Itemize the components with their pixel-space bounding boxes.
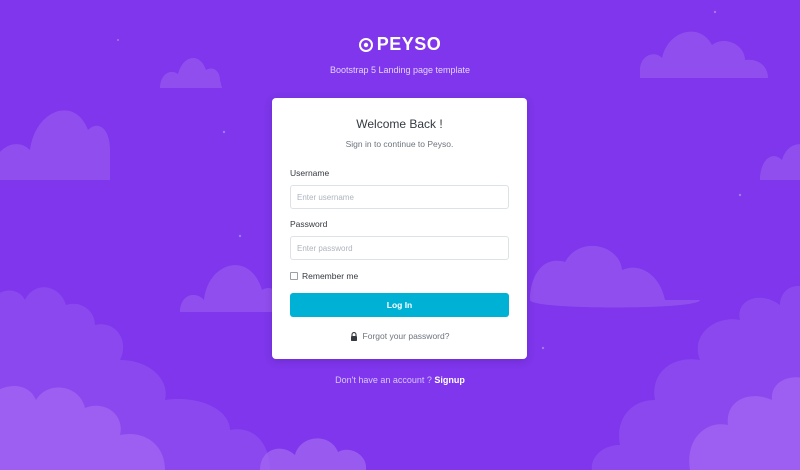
forgot-password-label[interactable]: Forgot your password? bbox=[363, 331, 450, 341]
remember-me-checkbox[interactable] bbox=[290, 272, 298, 280]
password-input[interactable] bbox=[290, 236, 509, 260]
login-title: Welcome Back ! bbox=[356, 117, 443, 131]
remember-me-row: Remember me bbox=[290, 271, 509, 281]
login-card: Welcome Back ! Sign in to continue to Pe… bbox=[272, 98, 527, 359]
brand-header: PEYSO Bootstrap 5 Landing page template bbox=[0, 34, 800, 75]
signup-link[interactable]: Signup bbox=[434, 375, 465, 385]
login-subtitle: Sign in to continue to Peyso. bbox=[345, 139, 454, 149]
lock-icon bbox=[350, 331, 357, 341]
username-input[interactable] bbox=[290, 185, 509, 209]
login-button[interactable]: Log In bbox=[290, 293, 509, 317]
password-label: Password bbox=[290, 219, 328, 229]
logo-icon bbox=[358, 37, 373, 52]
username-label: Username bbox=[290, 168, 330, 178]
forgot-password-link[interactable]: Forgot your password? bbox=[290, 331, 509, 341]
signup-prompt-text: Don't have an account ? bbox=[335, 375, 432, 385]
signup-prompt: Don't have an account ? Signup bbox=[0, 375, 800, 385]
brand-tagline: Bootstrap 5 Landing page template bbox=[329, 64, 471, 75]
logo-text: PEYSO bbox=[376, 34, 442, 54]
brand-logo[interactable]: PEYSO bbox=[358, 34, 442, 55]
remember-me-label[interactable]: Remember me bbox=[302, 271, 358, 281]
